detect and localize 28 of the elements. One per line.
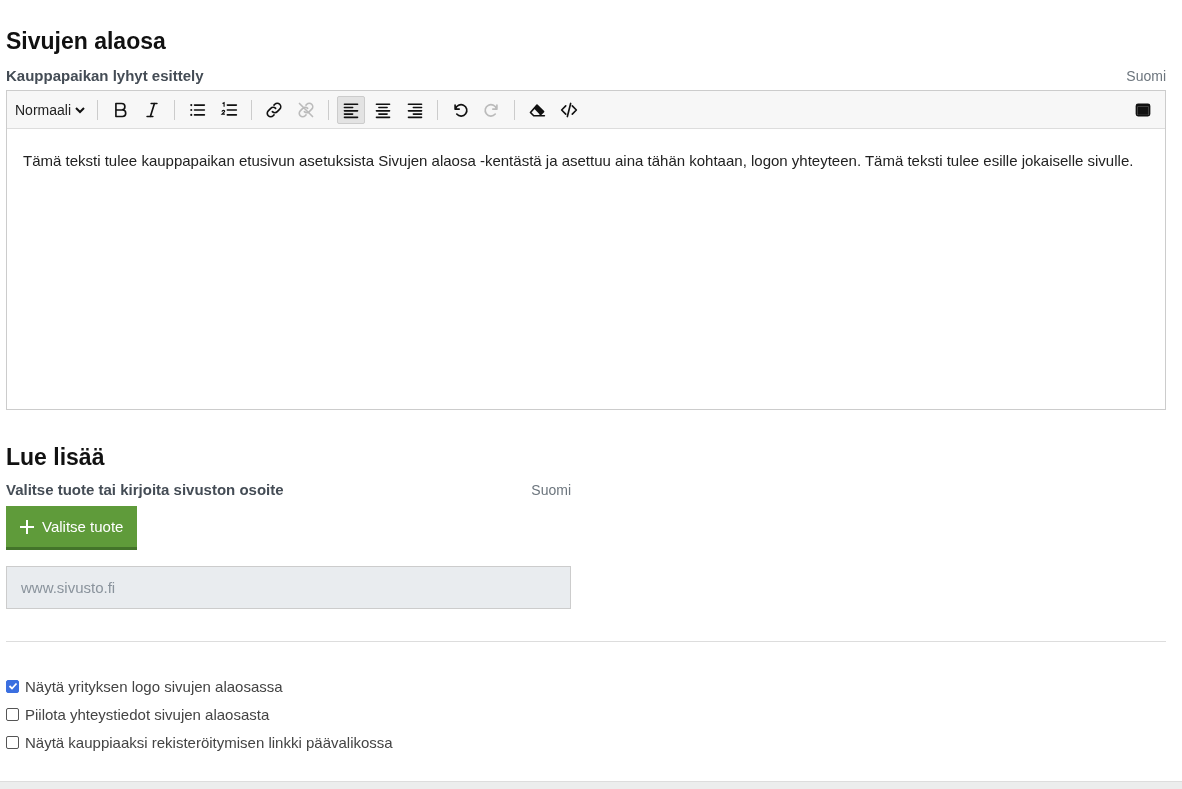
rich-text-editor[interactable]: Normaali Tämä teksti tulee kauppapaikan etusivun asetuksista Sivujen alaosa -kentästä ja asettuu aina tähän kohtaan, logon yhteyteen. Tämä teksti tulee esille jokaiselle sivulle. bbox=[6, 90, 1166, 410]
checkbox-label: Piilota yhteystiedot sivujen alaosasta bbox=[25, 705, 270, 723]
language-label: Suomi bbox=[531, 482, 571, 498]
format-dropdown[interactable]: Normaali bbox=[13, 101, 91, 118]
align-left-button[interactable] bbox=[337, 95, 365, 124]
editor-text: Tämä teksti tulee kauppapaikan etusivun asetuksista Sivujen alaosa -kentästä ja asettuu aina tähän kohtaan, logon yhteyteen. Tämä teksti tulee esille jokaiselle sivulle. bbox=[22, 151, 1135, 171]
plus-icon bbox=[20, 519, 34, 534]
checkbox[interactable] bbox=[6, 679, 19, 693]
checkbox-label: Näytä yrityksen logo sivujen alaosassa bbox=[25, 677, 283, 695]
checkbox[interactable] bbox=[6, 707, 19, 721]
checkbox-label: Näytä kauppiaaksi rekisteröitymisen linkki päävalikossa bbox=[25, 733, 393, 751]
code-icon bbox=[560, 100, 578, 119]
numbered-list-icon bbox=[220, 100, 238, 119]
checkbox[interactable] bbox=[6, 735, 19, 749]
section-heading: Sivujen alaosa bbox=[6, 28, 167, 55]
broken-link-icon bbox=[297, 100, 315, 119]
align-left-icon bbox=[342, 100, 360, 119]
field-label: Kauppapaikan lyhyt esittely bbox=[6, 67, 204, 84]
section-heading: Lue lisää bbox=[6, 444, 106, 471]
field-label: Valitse tuote tai kirjoita sivuston osoite bbox=[6, 481, 284, 498]
url-input-field[interactable]: www.sivusto.fi bbox=[6, 566, 571, 609]
link-icon bbox=[265, 100, 283, 119]
align-center-icon bbox=[374, 100, 392, 119]
language-label: Suomi bbox=[1126, 68, 1166, 84]
chevron-down-icon bbox=[75, 105, 85, 114]
window-icon bbox=[1134, 100, 1152, 119]
align-right-icon bbox=[406, 100, 424, 119]
italic-icon bbox=[143, 100, 161, 119]
